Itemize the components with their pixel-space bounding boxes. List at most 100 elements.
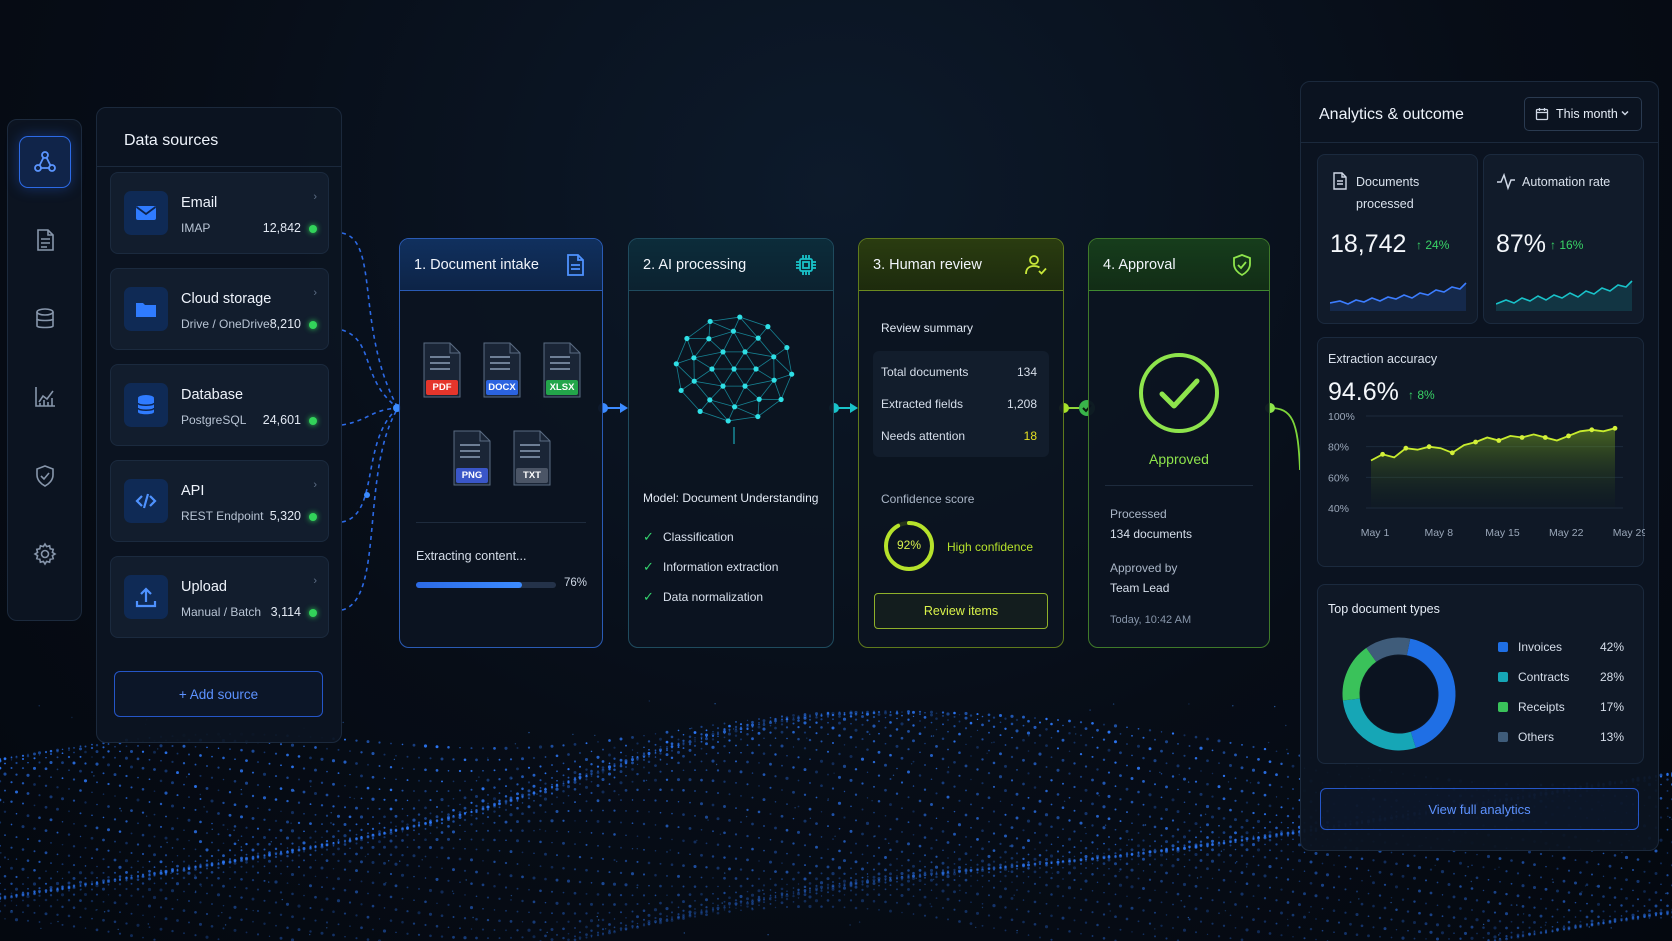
- confidence-label: High confidence: [947, 540, 1034, 554]
- source-type: PostgreSQL: [181, 413, 247, 427]
- y-tick-label: 80%: [1328, 442, 1349, 454]
- legend-swatch: [1498, 732, 1508, 742]
- network-node: [765, 324, 771, 330]
- panel-title: Data sources: [124, 132, 219, 149]
- upload-icon: [135, 587, 157, 608]
- model-label: Model: Document Understanding: [643, 491, 819, 505]
- stage-header: 3. Human review: [859, 239, 1063, 291]
- source-type: IMAP: [181, 221, 211, 235]
- approved-by-value: Team Lead: [1110, 581, 1170, 595]
- status-dot: [309, 609, 317, 617]
- network-node: [737, 314, 743, 320]
- accuracy-label: Extraction accuracy: [1328, 352, 1438, 366]
- review-summary-title: Review summary: [881, 321, 974, 335]
- network-node: [784, 344, 790, 351]
- pdf-file-icon: PDF: [420, 341, 464, 399]
- kpi-value: 87%: [1496, 230, 1547, 258]
- view-full-analytics-button[interactable]: View full analytics: [1320, 788, 1639, 830]
- step-label: Data normalization: [663, 590, 764, 604]
- rail-analytics-button[interactable]: [19, 371, 71, 423]
- shield-icon: [36, 465, 54, 487]
- confidence-percent: 92%: [896, 538, 922, 552]
- x-tick-label: May 15: [1485, 527, 1520, 539]
- rail-settings-button[interactable]: [19, 528, 71, 580]
- kpi-sparkline: [1496, 280, 1633, 311]
- chevron-right-icon[interactable]: ›: [313, 191, 317, 203]
- document-icon: [37, 229, 54, 251]
- network-node: [771, 377, 777, 383]
- user-check-icon: [1023, 252, 1049, 278]
- legend-swatch: [1498, 702, 1508, 712]
- source-count: 12,842: [262, 221, 301, 235]
- chevron-down-icon: [1621, 110, 1629, 116]
- kpi-sparkline: [1330, 282, 1467, 311]
- types-label: Top document types: [1328, 602, 1440, 616]
- check-icon: ✓: [643, 589, 654, 604]
- rail-documents-button[interactable]: [19, 214, 71, 266]
- y-tick-label: 60%: [1328, 472, 1349, 484]
- source-email[interactable]: Email IMAP 12,842 ›: [110, 172, 329, 254]
- step-normalization: ✓ Data normalization: [643, 589, 763, 605]
- kpi-automation-rate: Automation rate 87% ↑ 16%: [1483, 154, 1644, 324]
- accuracy-value: 94.6%: [1328, 378, 1399, 406]
- add-source-button[interactable]: + Add source: [114, 671, 323, 717]
- x-tick-label: May 1: [1361, 527, 1390, 539]
- network-node: [691, 355, 697, 361]
- database-icon: [36, 308, 54, 329]
- accuracy-point: [1542, 435, 1548, 440]
- step-classification: ✓ Classification: [643, 529, 734, 545]
- accuracy-line-chart: 100% 80% 60% 40% May 1 May 8 May 15 May 22 May 2…: [1328, 411, 1645, 539]
- approved-by-label: Approved by: [1110, 561, 1178, 575]
- legend-percent: 42%: [1599, 640, 1624, 654]
- accuracy-point: [1403, 445, 1409, 451]
- source-upload[interactable]: Upload Manual / Batch 3,114 ›: [110, 556, 329, 638]
- network-node: [778, 396, 784, 403]
- source-api[interactable]: API REST Endpoint 5,320 ›: [110, 460, 329, 542]
- chevron-right-icon[interactable]: ›: [313, 287, 317, 299]
- legend-percent: 28%: [1599, 670, 1624, 684]
- chevron-right-icon[interactable]: ›: [313, 479, 317, 491]
- chevron-right-icon[interactable]: ›: [313, 575, 317, 587]
- source-cloud-storage[interactable]: Cloud storage Drive / OneDrive 8,210 ›: [110, 268, 329, 350]
- divider: [1105, 485, 1253, 486]
- source-name: Email: [181, 195, 218, 211]
- source-type: Manual / Batch: [181, 605, 262, 619]
- check-icon: ✓: [643, 529, 654, 544]
- email-icon: [135, 206, 157, 220]
- network-node: [731, 366, 737, 372]
- chip-icon: [793, 252, 819, 278]
- delta-value: 16%: [1559, 238, 1584, 252]
- source-database[interactable]: Database PostgreSQL 24,601: [110, 364, 329, 446]
- stage-document-intake: 1. Document intake PDF DOCX XLSX PNG TXT…: [399, 238, 603, 648]
- source-count: 3,114: [270, 605, 301, 619]
- review-items-button[interactable]: Review items: [874, 593, 1048, 629]
- source-name: Database: [181, 387, 244, 403]
- folder-icon: [136, 303, 156, 317]
- stage-title: 1. Document intake: [414, 256, 539, 273]
- file-type-label: PNG: [456, 468, 488, 483]
- rail-database-button[interactable]: [19, 293, 71, 345]
- source-count: 5,320: [269, 509, 301, 523]
- network-node: [789, 371, 795, 377]
- rail-workflow-button[interactable]: [19, 136, 71, 188]
- stage-header: 2. AI processing: [629, 239, 833, 291]
- kpi-documents-processed: Documents processed 18,742 ↑ 24%: [1317, 154, 1478, 324]
- period-dropdown[interactable]: This month: [1524, 97, 1642, 131]
- stage-title: 4. Approval: [1103, 256, 1176, 273]
- accuracy-area: [1371, 428, 1615, 508]
- kpi-label: Documents processed: [1356, 175, 1420, 211]
- y-tick-label: 40%: [1328, 503, 1349, 515]
- donut-slice-others: [1366, 637, 1411, 663]
- analytics-panel: Analytics & outcome This month Documents…: [1300, 81, 1659, 851]
- legend-label: Others: [1518, 730, 1555, 744]
- stage-human-review: 3. Human review Review summary Total doc…: [858, 238, 1064, 648]
- txt-file-icon: TXT: [510, 429, 554, 487]
- row-label: Total documents: [881, 365, 969, 379]
- stage-header: 4. Approval: [1089, 239, 1269, 291]
- progress-percent: 76%: [564, 577, 588, 589]
- rail-security-button[interactable]: [19, 450, 71, 502]
- accuracy-delta: ↑ 8%: [1408, 388, 1435, 402]
- xlsx-file-icon: XLSX: [540, 341, 584, 399]
- source-icon-wrap: [124, 287, 168, 331]
- divider: [416, 522, 586, 523]
